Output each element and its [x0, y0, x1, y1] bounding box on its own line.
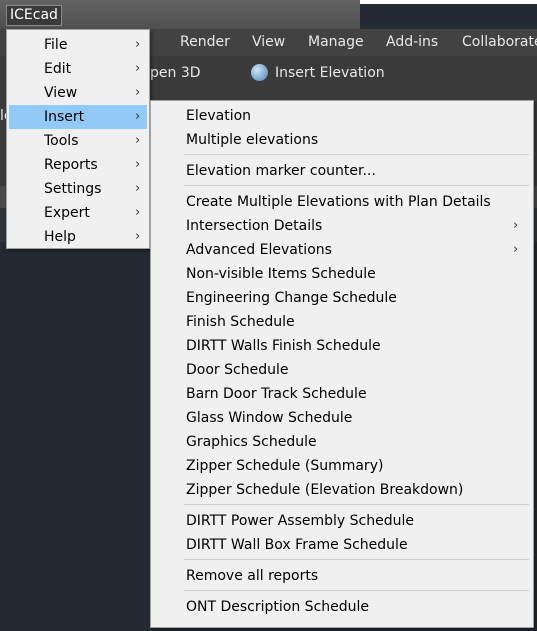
submenu-item-elevation-marker-counter[interactable]: Elevation marker counter...: [153, 159, 531, 183]
menu-item-help[interactable]: Help ›: [9, 225, 147, 249]
submenu-item-label: Zipper Schedule (Elevation Breakdown): [186, 482, 464, 498]
menu-item-file[interactable]: File ›: [9, 33, 147, 57]
submenu-item-door-schedule[interactable]: Door Schedule: [153, 358, 531, 382]
chevron-right-icon: ›: [135, 109, 141, 124]
chevron-right-icon: ›: [513, 242, 519, 257]
menubar-addins[interactable]: Add-ins: [386, 29, 438, 56]
submenu-item-zipper-schedule-summary[interactable]: Zipper Schedule (Summary): [153, 454, 531, 478]
menu-item-label: Expert: [44, 205, 90, 221]
submenu-item-label: Create Multiple Elevations with Plan Det…: [186, 194, 491, 210]
submenu-item-label: Elevation: [186, 108, 252, 124]
chevron-right-icon: ›: [135, 133, 141, 148]
submenu-item-label: ONT Description Schedule: [186, 599, 370, 615]
chevron-right-icon: ›: [135, 157, 141, 172]
menu-item-settings[interactable]: Settings ›: [9, 177, 147, 201]
submenu-item-ont-description-schedule[interactable]: ONT Description Schedule: [153, 595, 531, 619]
submenu-item-label: Elevation marker counter...: [186, 163, 376, 179]
submenu-item-label: Non-visible Items Schedule: [186, 266, 376, 282]
menu-item-label: Reports: [44, 157, 98, 173]
menu-item-label: Tools: [44, 133, 79, 149]
submenu-item-dirtt-power-assembly-schedule[interactable]: DIRTT Power Assembly Schedule: [153, 509, 531, 533]
submenu-item-create-multiple-elevations-with-plan-details[interactable]: Create Multiple Elevations with Plan Det…: [153, 190, 531, 214]
submenu-item-label: Remove all reports: [186, 568, 319, 584]
app-dropdown-menu: File › Edit › View › Insert › Tools › Reports › Sett…: [6, 29, 150, 249]
menu-separator: [184, 185, 529, 186]
app-menu-button[interactable]: ICEcad: [6, 5, 62, 26]
submenu-item-label: DIRTT Walls Finish Schedule: [186, 338, 381, 354]
menu-item-label: View: [44, 85, 78, 101]
submenu-item-dirtt-walls-finish-schedule[interactable]: DIRTT Walls Finish Schedule: [153, 334, 531, 358]
menu-item-label: File: [44, 37, 68, 53]
submenu-item-label: DIRTT Wall Box Frame Schedule: [186, 537, 408, 553]
menu-item-reports[interactable]: Reports ›: [9, 153, 147, 177]
submenu-item-engineering-change-schedule[interactable]: Engineering Change Schedule: [153, 286, 531, 310]
submenu-item-advanced-elevations[interactable]: Advanced Elevations ›: [153, 238, 531, 262]
menubar-render[interactable]: Render: [180, 29, 230, 56]
menubar-view[interactable]: View: [252, 29, 285, 56]
menu-item-label: Insert: [44, 109, 85, 125]
menu-item-expert[interactable]: Expert ›: [9, 201, 147, 225]
open-3d-button[interactable]: pen 3D: [150, 65, 201, 81]
submenu-item-multiple-elevations[interactable]: Multiple elevations: [153, 128, 531, 152]
submenu-item-label: Door Schedule: [186, 362, 289, 378]
insert-submenu: Elevation Multiple elevations Elevation ma…: [150, 100, 534, 628]
submenu-item-barn-door-track-schedule[interactable]: Barn Door Track Schedule: [153, 382, 531, 406]
submenu-item-label: Finish Schedule: [186, 314, 295, 330]
menu-separator: [184, 504, 529, 505]
menu-item-view[interactable]: View ›: [9, 81, 147, 105]
submenu-item-elevation[interactable]: Elevation: [153, 104, 531, 128]
insert-elevation-icon: [251, 64, 268, 81]
chevron-right-icon: ›: [135, 37, 141, 52]
submenu-item-label: DIRTT Power Assembly Schedule: [186, 513, 414, 529]
submenu-item-intersection-details[interactable]: Intersection Details ›: [153, 214, 531, 238]
submenu-item-label: Multiple elevations: [186, 132, 319, 148]
chevron-right-icon: ›: [135, 229, 141, 244]
title-bar-right: [360, 0, 537, 4]
menu-item-edit[interactable]: Edit ›: [9, 57, 147, 81]
chevron-right-icon: ›: [135, 85, 141, 100]
chevron-right-icon: ›: [135, 61, 141, 76]
menu-separator: [184, 590, 529, 591]
menubar-collaborate[interactable]: Collaborate: [462, 29, 537, 56]
submenu-item-remove-all-reports[interactable]: Remove all reports: [153, 564, 531, 588]
menu-separator: [184, 154, 529, 155]
chevron-right-icon: ›: [513, 218, 519, 233]
menu-item-label: Settings: [44, 181, 102, 197]
submenu-item-label: Engineering Change Schedule: [186, 290, 397, 306]
submenu-item-graphics-schedule[interactable]: Graphics Schedule: [153, 430, 531, 454]
submenu-item-label: Intersection Details: [186, 218, 323, 234]
menu-separator: [184, 559, 529, 560]
submenu-item-dirtt-wall-box-frame-schedule[interactable]: DIRTT Wall Box Frame Schedule: [153, 533, 531, 557]
chevron-right-icon: ›: [135, 205, 141, 220]
insert-elevation-button[interactable]: Insert Elevation: [275, 65, 385, 81]
submenu-item-label: Zipper Schedule (Summary): [186, 458, 384, 474]
submenu-item-non-visible-items-schedule[interactable]: Non-visible Items Schedule: [153, 262, 531, 286]
menu-item-tools[interactable]: Tools ›: [9, 129, 147, 153]
chevron-right-icon: ›: [135, 181, 141, 196]
menu-item-insert[interactable]: Insert ›: [9, 105, 147, 129]
menubar-manage[interactable]: Manage: [308, 29, 364, 56]
submenu-item-glass-window-schedule[interactable]: Glass Window Schedule: [153, 406, 531, 430]
submenu-item-label: Glass Window Schedule: [186, 410, 353, 426]
submenu-item-label: Barn Door Track Schedule: [186, 386, 367, 402]
submenu-item-label: Graphics Schedule: [186, 434, 317, 450]
submenu-item-finish-schedule[interactable]: Finish Schedule: [153, 310, 531, 334]
menu-item-label: Edit: [44, 61, 72, 77]
submenu-item-label: Advanced Elevations: [186, 242, 332, 258]
menu-item-label: Help: [44, 229, 76, 245]
submenu-item-zipper-schedule-elevation-breakdown[interactable]: Zipper Schedule (Elevation Breakdown): [153, 478, 531, 502]
